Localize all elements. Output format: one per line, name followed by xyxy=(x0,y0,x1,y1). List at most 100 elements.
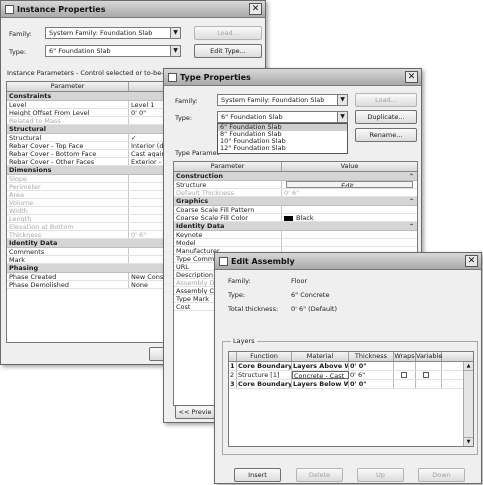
type-select[interactable]: 6" Foundation Slab ▼ xyxy=(45,45,181,57)
param-group-name: Construction xyxy=(176,172,223,180)
param-name: Level xyxy=(7,101,129,108)
checkbox[interactable] xyxy=(423,372,429,378)
param-row: Keynote xyxy=(174,231,417,239)
scroll-down-icon[interactable]: ▼ xyxy=(464,437,473,446)
param-group-header[interactable]: Identity Data ⌃ xyxy=(174,222,417,231)
collapse-icon[interactable]: ⌃ xyxy=(409,172,414,181)
dialog-title: Instance Properties ✕ xyxy=(1,1,265,18)
chevron-down-icon[interactable]: ▼ xyxy=(337,112,347,122)
layers-grid: Function Material Thickness Wraps Variab… xyxy=(228,351,474,447)
insert-button[interactable]: Insert xyxy=(234,468,281,482)
param-name: Mark xyxy=(7,256,129,263)
layer-wraps-cell xyxy=(394,380,416,388)
param-name: Comments xyxy=(7,248,129,255)
collapse-icon[interactable]: ⌃ xyxy=(409,222,414,231)
layer-row[interactable]: 2 Structure [1] Concrete - Cast 0' 6" xyxy=(229,371,473,380)
param-value[interactable] xyxy=(282,206,417,213)
param-name: Slope xyxy=(7,175,129,182)
load-button[interactable]: Load... xyxy=(355,93,417,107)
type-dropdown-list[interactable]: 6" Foundation Slab 8" Foundation Slab 10… xyxy=(217,123,348,154)
duplicate-button[interactable]: Duplicate... xyxy=(355,110,417,124)
checkbox[interactable] xyxy=(401,372,407,378)
app-icon xyxy=(5,5,14,14)
layer-material[interactable]: Concrete - Cast xyxy=(292,371,349,379)
layer-function[interactable]: Core Boundary xyxy=(237,380,292,388)
preview-button[interactable]: << Previe xyxy=(175,405,215,419)
close-icon[interactable]: ✕ xyxy=(249,3,262,15)
edit-structure-button[interactable]: Edit... xyxy=(286,181,413,188)
chevron-down-icon[interactable]: ▼ xyxy=(170,46,180,56)
layer-variable-cell xyxy=(416,380,442,388)
grid-header: Parameter Value xyxy=(174,162,417,172)
param-name: Perimeter xyxy=(7,183,129,190)
param-row: Structure Edit... xyxy=(174,181,417,189)
layer-function[interactable]: Structure [1] xyxy=(237,371,292,379)
param-group-header[interactable]: Construction ⌃ xyxy=(174,172,417,181)
scroll-header xyxy=(442,352,473,361)
param-name: Keynote xyxy=(174,231,282,238)
layer-row[interactable]: 3 Core Boundary Layers Below W 0' 0" xyxy=(229,380,473,389)
dropdown-option[interactable]: 12" Foundation Slab xyxy=(218,145,347,152)
scroll-up-icon[interactable]: ▲ xyxy=(464,362,473,371)
layer-variable-cell xyxy=(416,371,442,379)
param-group-header[interactable]: Graphics ⌃ xyxy=(174,197,417,206)
color-name: Black xyxy=(296,214,314,221)
family-select[interactable]: System Family: Foundation Slab ▼ xyxy=(45,27,181,39)
chevron-down-icon[interactable]: ▼ xyxy=(170,28,180,38)
param-name: Rebar Cover - Top Face xyxy=(7,142,129,149)
param-name: Coarse Scale Fill Color xyxy=(174,214,282,221)
col-variable: Variable xyxy=(416,352,443,361)
param-group-name: Structural xyxy=(9,125,47,133)
delete-button[interactable]: Delete xyxy=(296,468,343,482)
param-value: 0' 6" xyxy=(284,189,300,196)
load-button[interactable]: Load... xyxy=(194,26,262,40)
param-value[interactable] xyxy=(282,231,417,238)
type-select[interactable]: 6" Foundation Slab ▼ xyxy=(217,111,348,123)
param-row: Default Thickness 0' 6" xyxy=(174,189,417,197)
close-icon[interactable]: ✕ xyxy=(465,255,478,267)
app-icon xyxy=(219,257,228,266)
col-material: Material xyxy=(292,352,349,361)
type-params-caption: Type Paramet xyxy=(175,149,220,157)
param-name: Length xyxy=(7,215,129,222)
chevron-down-icon[interactable]: ▼ xyxy=(337,95,347,105)
param-name: Height Offset From Level xyxy=(7,109,129,116)
rename-button[interactable]: Rename... xyxy=(355,128,417,142)
param-row: Coarse Scale Fill Pattern xyxy=(174,206,417,214)
param-group-name: Identity Data xyxy=(176,222,225,230)
layer-variable-cell xyxy=(416,362,442,370)
layer-thickness[interactable]: 0' 0" xyxy=(349,362,394,370)
close-icon[interactable]: ✕ xyxy=(405,71,418,83)
col-parameter: Parameter xyxy=(174,162,282,171)
param-name: Related to Mass xyxy=(7,117,129,124)
family-label: Family: xyxy=(175,97,198,105)
layer-index: 3 xyxy=(229,380,237,388)
family-value: System Family: Foundation Slab xyxy=(49,29,153,37)
type-value: 6" Concrete xyxy=(291,291,330,299)
param-name: Area xyxy=(7,191,129,198)
edit-assembly-dialog: Edit Assembly ✕ Family: Floor Type: 6" C… xyxy=(214,252,482,484)
layer-thickness[interactable]: 0' 6" xyxy=(349,371,394,379)
col-function: Function xyxy=(237,352,292,361)
family-select[interactable]: System Family: Foundation Slab ▼ xyxy=(217,94,348,106)
layer-material[interactable]: Layers Above W xyxy=(292,362,349,370)
dialog-title-text: Instance Properties xyxy=(17,5,106,14)
param-name: Width xyxy=(7,207,129,214)
layer-row[interactable]: 1 Core Boundary Layers Above W 0' 0" xyxy=(229,362,473,371)
scrollbar[interactable]: ▲ ▼ xyxy=(463,362,473,446)
param-value[interactable]: Black xyxy=(282,214,417,221)
down-button[interactable]: Down xyxy=(418,468,465,482)
param-group-name: Dimensions xyxy=(9,166,52,174)
instance-params-caption: Instance Parameters - Control selected o… xyxy=(7,69,178,77)
edit-type-button[interactable]: Edit Type... xyxy=(194,44,262,58)
col-thickness: Thickness xyxy=(349,352,394,361)
collapse-icon[interactable]: ⌃ xyxy=(409,197,414,206)
layer-index: 1 xyxy=(229,362,237,370)
layer-wraps-cell xyxy=(394,371,416,379)
layer-material[interactable]: Layers Below W xyxy=(292,380,349,388)
up-button[interactable]: Up xyxy=(357,468,404,482)
total-thickness-label: Total thickness: xyxy=(228,305,279,313)
layer-function[interactable]: Core Boundary xyxy=(237,362,292,370)
layer-thickness[interactable]: 0' 0" xyxy=(349,380,394,388)
param-value[interactable] xyxy=(282,239,417,246)
